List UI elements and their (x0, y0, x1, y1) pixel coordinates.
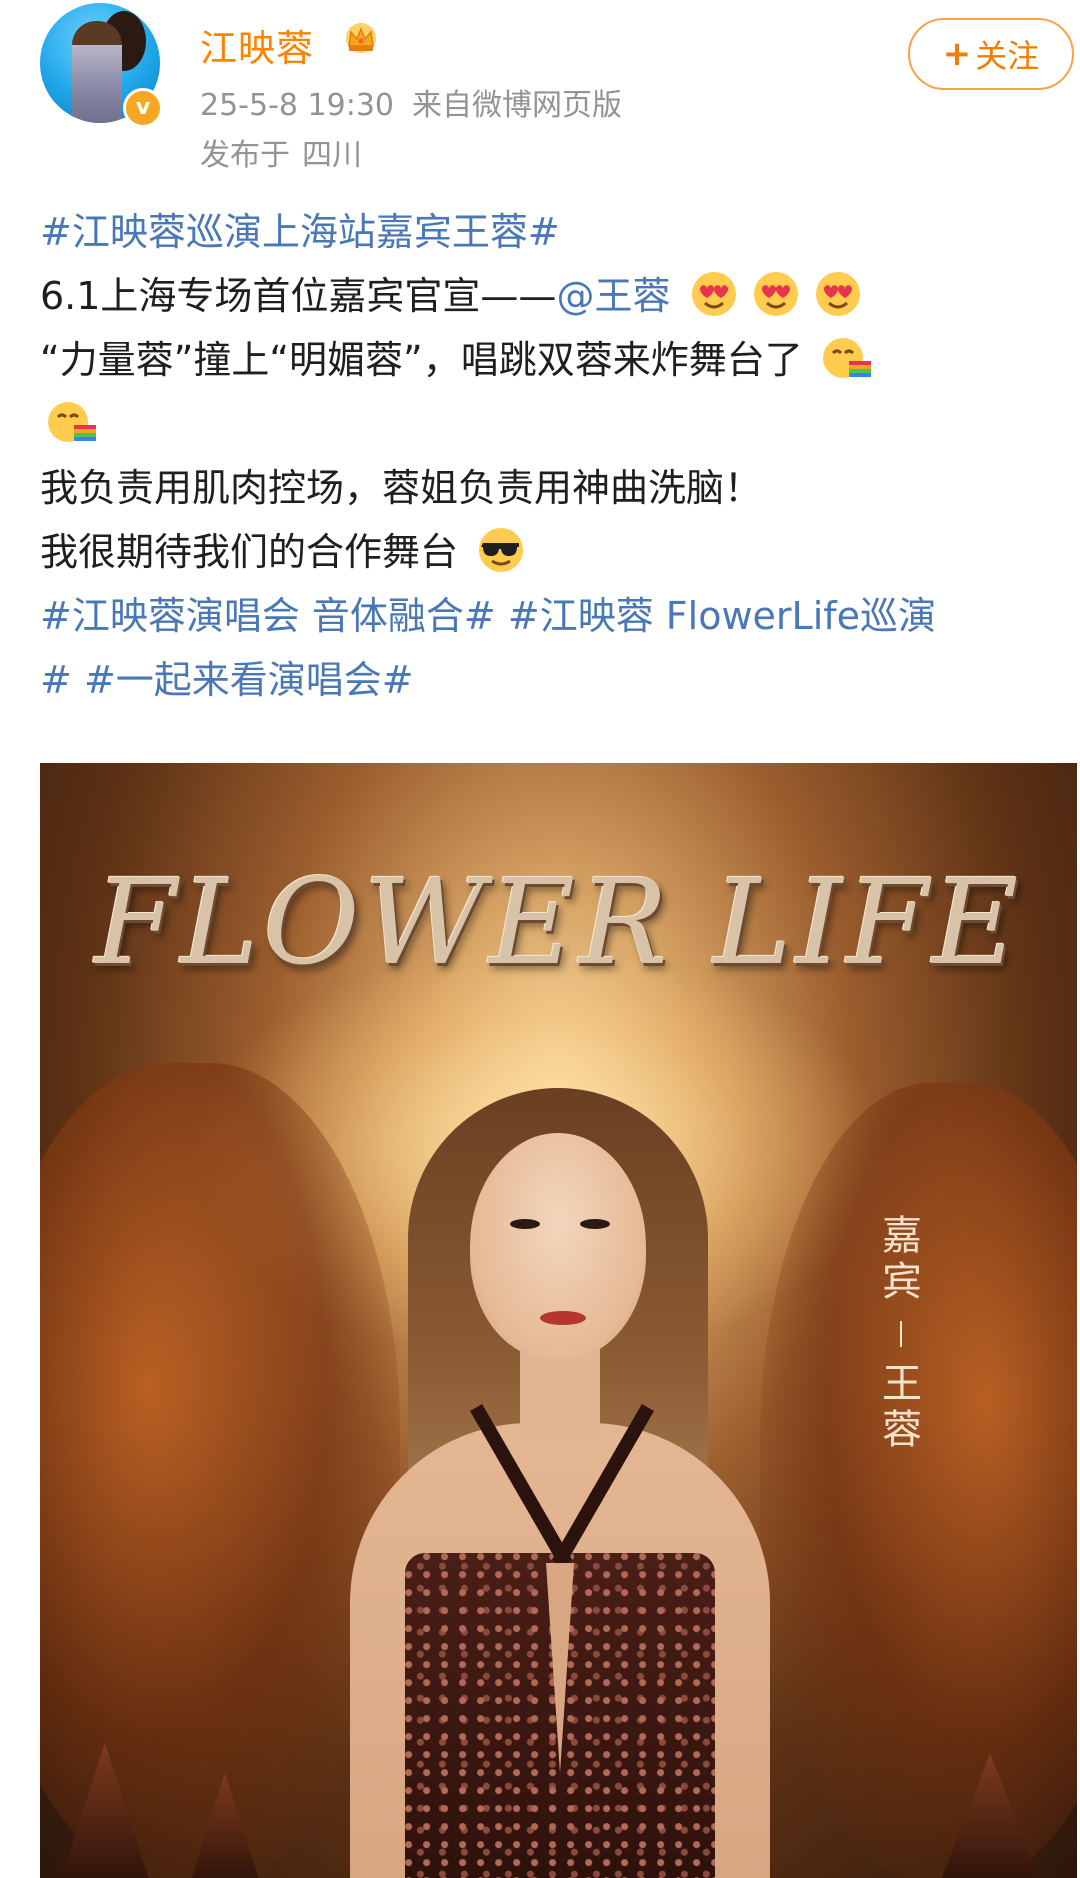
post-text: 6.1上海专场首位嘉宾官宣—— (40, 274, 557, 318)
singer-face (470, 1133, 646, 1359)
post-text: “力量蓉”撞上“明媚蓉”，唱跳双蓉来炸舞台了 (40, 338, 803, 382)
rainbow-vomit-emoji-icon (48, 402, 96, 442)
singer-lips (540, 1311, 586, 1325)
guest-name: 王蓉 (882, 1361, 922, 1453)
location-value: 四川 (302, 138, 362, 173)
follow-label: 关注 (975, 37, 1040, 75)
post-line (40, 392, 1080, 456)
hashtag-link[interactable]: #一起来看演唱会# (84, 658, 414, 702)
post-timestamp: 25-5-8 19:30 (200, 88, 394, 123)
mention-link[interactable]: @王蓉 (556, 274, 670, 318)
heart-eyes-emoji-icon (815, 272, 860, 316)
heart-eyes-emoji-icon (691, 272, 736, 316)
verified-badge-icon: v (123, 88, 163, 128)
post-text: 我负责用肌肉控场，蓉姐负责用神曲洗脑！ (40, 466, 763, 510)
rainbow-vomit-emoji-icon (822, 338, 871, 378)
post-line: 我很期待我们的合作舞台 (40, 520, 1080, 584)
post-line: 我负责用肌肉控场，蓉姐负责用神曲洗脑！ (40, 456, 1080, 520)
weibo-post-card: v 江映蓉 25-5-8 19:30 来自微博网页版 发布于 四川 + 关注 #江映… (0, 0, 1080, 1878)
sunglasses-emoji-icon (479, 528, 524, 572)
post-line: #江映蓉演唱会 音体融合# #江映蓉 FlowerLife巡演 (40, 584, 1080, 648)
singer-neck (520, 1348, 600, 1438)
post-line: 6.1上海专场首位嘉宾官宣——@王蓉 (40, 264, 1080, 328)
crown-icon (346, 23, 376, 53)
hashtag-link[interactable]: # (40, 658, 72, 702)
user-name[interactable]: 江映蓉 (200, 18, 314, 72)
guest-divider (900, 1321, 902, 1347)
post-line: # #一起来看演唱会# (40, 648, 1080, 712)
follow-button[interactable]: + 关注 (908, 18, 1074, 90)
location-prefix: 发布于 (200, 138, 290, 173)
heart-eyes-emoji-icon (753, 272, 798, 316)
post-location: 发布于 四川 (200, 130, 374, 174)
avatar-figure (72, 21, 122, 123)
hashtag-link[interactable]: #江映蓉巡演上海站嘉宾王蓉# (40, 210, 560, 254)
singer-figure (40, 763, 1077, 1878)
hashtag-link[interactable]: #江映蓉演唱会 音体融合# (40, 594, 496, 638)
post-body: #江映蓉巡演上海站嘉宾王蓉# 6.1上海专场首位嘉宾官宣——@王蓉 “力量蓉”撞… (40, 200, 1080, 712)
post-text: 我很期待我们的合作舞台 (40, 530, 459, 574)
post-image[interactable]: FLOWER LIFE 嘉宾 王蓉 (40, 763, 1077, 1878)
post-source: 来自微博网页版 (412, 88, 622, 123)
plus-icon: + (942, 34, 972, 74)
singer-eye (580, 1219, 610, 1229)
singer-eye (510, 1219, 540, 1229)
guest-label: 嘉宾 (882, 1213, 922, 1305)
post-line: “力量蓉”撞上“明媚蓉”，唱跳双蓉来炸舞台了 (40, 328, 1080, 392)
post-line: #江映蓉巡演上海站嘉宾王蓉# (40, 200, 1080, 264)
hashtag-link[interactable]: #江映蓉 FlowerLife巡演 (508, 594, 936, 638)
post-meta: 25-5-8 19:30 来自微博网页版 (200, 80, 640, 124)
